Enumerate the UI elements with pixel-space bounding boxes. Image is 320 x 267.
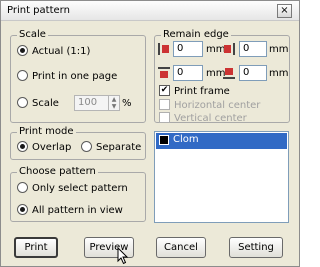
- cancel-button[interactable]: Cancel: [156, 237, 206, 258]
- choose-pattern-title: Choose pattern: [17, 166, 98, 177]
- all-in-view-label: All pattern in view: [32, 205, 123, 216]
- scale-one-page-radio[interactable]: [17, 69, 28, 81]
- print-mode-overlap-label: Overlap: [32, 142, 72, 153]
- print-mode-separate-option[interactable]: Separate: [81, 140, 142, 155]
- edge-right-icon: [224, 43, 235, 55]
- print-mode-separate-radio[interactable]: [81, 140, 92, 152]
- print-mode-overlap-radio[interactable]: [17, 140, 28, 152]
- scale-custom-option[interactable]: Scale: [17, 96, 59, 111]
- right-edge-unit: mm: [269, 44, 289, 55]
- scale-custom-label: Scale: [32, 98, 59, 109]
- scale-percent-value: 100: [78, 97, 98, 108]
- scale-actual-option[interactable]: Actual (1:1): [17, 44, 91, 59]
- all-in-view-option[interactable]: All pattern in view: [17, 203, 123, 218]
- only-selected-radio[interactable]: [17, 181, 28, 193]
- vertical-center-option[interactable]: Vertical center: [159, 111, 247, 126]
- pattern-color-swatch: [159, 135, 169, 145]
- edge-left-icon: [158, 43, 169, 55]
- setting-button[interactable]: Setting: [229, 237, 283, 258]
- scale-group-title: Scale: [17, 29, 48, 40]
- pattern-list-item[interactable]: Clom: [156, 133, 287, 149]
- spinner-arrows-icon[interactable]: ▲ ▼: [108, 96, 119, 110]
- print-button[interactable]: Print: [14, 237, 58, 258]
- print-mode-title: Print mode: [17, 126, 76, 137]
- pattern-name: Clom: [173, 134, 199, 145]
- scale-actual-radio[interactable]: [17, 44, 28, 56]
- title-bar: Print pattern ×: [1, 1, 299, 21]
- vertical-center-checkbox[interactable]: [159, 111, 170, 123]
- mouse-pointer-icon: [117, 247, 129, 265]
- print-frame-checkbox[interactable]: ✔: [159, 84, 170, 96]
- vertical-center-label: Vertical center: [174, 113, 247, 124]
- print-frame-option[interactable]: ✔ Print frame: [159, 84, 230, 99]
- close-button[interactable]: ×: [277, 4, 292, 18]
- print-mode-overlap-option[interactable]: Overlap: [17, 140, 72, 155]
- edge-bottom-icon: [223, 68, 235, 79]
- horizontal-center-checkbox[interactable]: [159, 98, 170, 110]
- all-in-view-radio[interactable]: [17, 203, 28, 215]
- remain-edge-title: Remain edge: [161, 29, 231, 40]
- print-pattern-dialog: Print pattern × Scale Actual (1:1) Print…: [0, 0, 300, 267]
- edge-top-icon: [158, 67, 170, 78]
- scale-percent-unit: %: [122, 98, 132, 109]
- only-selected-option[interactable]: Only select pattern: [17, 181, 128, 196]
- right-edge-field[interactable]: 0: [239, 41, 267, 57]
- scale-percent-spinner[interactable]: 100 ▲ ▼: [74, 95, 120, 111]
- scale-actual-label: Actual (1:1): [32, 46, 91, 57]
- print-frame-label: Print frame: [174, 86, 230, 97]
- left-edge-field[interactable]: 0: [173, 41, 203, 57]
- window-title: Print pattern: [7, 5, 70, 16]
- horizontal-center-label: Horizontal center: [174, 100, 261, 111]
- only-selected-label: Only select pattern: [32, 183, 128, 194]
- pattern-list[interactable]: Clom: [154, 131, 289, 223]
- bottom-edge-field[interactable]: 0: [239, 65, 267, 81]
- top-edge-field[interactable]: 0: [173, 65, 203, 81]
- horizontal-center-option[interactable]: Horizontal center: [159, 98, 261, 113]
- scale-one-page-option[interactable]: Print in one page: [17, 69, 118, 84]
- scale-custom-radio[interactable]: [17, 96, 28, 108]
- bottom-edge-unit: mm: [269, 68, 289, 79]
- print-mode-separate-label: Separate: [96, 142, 142, 153]
- scale-one-page-label: Print in one page: [32, 71, 118, 82]
